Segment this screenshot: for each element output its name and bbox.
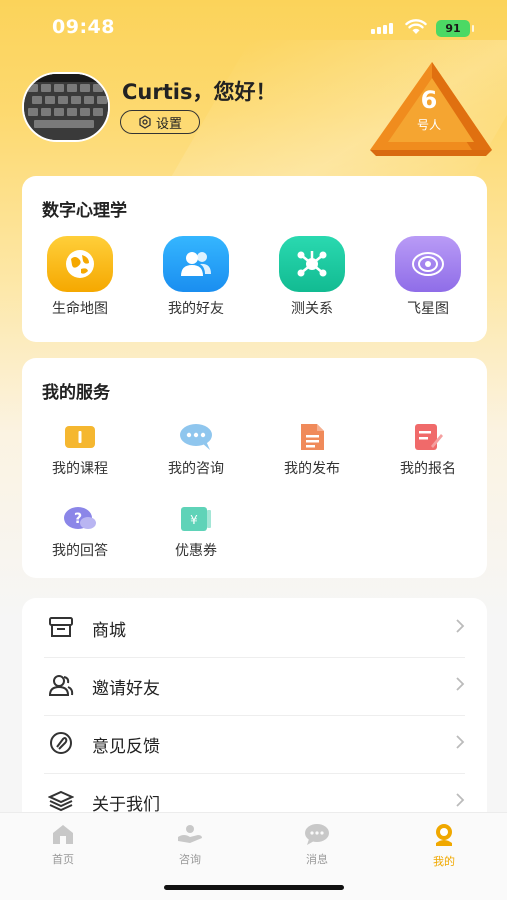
relationship-test-label: 测关系 [291,301,333,317]
rank-number: 6 [420,86,438,114]
home-icon [53,825,73,844]
my-friends-button[interactable]: 我的好友 [138,236,254,318]
relationship-test-button[interactable]: 测关系 [254,236,370,318]
galaxy-icon [395,236,461,292]
menu-item-feedback[interactable]: 意见反馈 [22,714,487,772]
my-answers-button[interactable]: ? 我的回答 [22,504,138,560]
profile-icon [436,824,452,846]
my-courses-label: 我的课程 [52,461,108,477]
wifi-icon [405,19,427,34]
signal-icon [371,23,393,34]
tab-label: 咨询 [179,853,201,866]
signup-icon [415,424,443,450]
life-map-button[interactable]: 生命地图 [22,236,138,318]
about-icon [48,790,74,812]
my-friends-label: 我的好友 [168,301,224,317]
star-chart-label: 飞星图 [407,301,449,317]
section-title: 我的服务 [42,383,110,403]
my-services-card: 我的服务 我的课程 我的咨询 我的发布 我的报名 ? 我的回答 ¥ 优惠券 [22,358,487,578]
network-icon [279,236,345,292]
rank-badge[interactable]: 6 号人 [362,58,496,158]
course-icon [65,426,95,448]
menu-item-label: 商城 [92,621,126,641]
my-consultations-button[interactable]: 我的咨询 [138,422,254,478]
status-time: 09:48 [52,16,115,38]
chat-icon [180,424,212,450]
tab-messages[interactable]: 消息 [254,823,380,867]
rank-label: 号人 [416,118,441,132]
my-courses-button[interactable]: 我的课程 [22,422,138,478]
tab-profile[interactable]: 我的 [381,823,507,869]
svg-text:?: ? [74,511,82,527]
menu-list-card: 商城 邀请好友 意见反馈 关于我们 [22,598,487,838]
tab-home[interactable]: 首页 [0,823,126,867]
star-chart-button[interactable]: 飞星图 [370,236,486,318]
chevron-right-icon [456,677,465,691]
settings-label: 设置 [155,116,182,132]
my-posts-button[interactable]: 我的发布 [254,422,370,478]
menu-item-label: 意见反馈 [92,737,160,757]
feedback-icon [50,732,72,754]
gear-icon [139,115,151,129]
my-posts-label: 我的发布 [284,461,340,477]
home-indicator [164,885,344,890]
menu-item-label: 邀请好友 [92,679,160,699]
chevron-right-icon [456,793,465,807]
my-answers-label: 我的回答 [52,543,108,559]
message-icon [305,824,329,845]
coupons-label: 优惠券 [175,543,217,559]
section-title: 数字心理学 [42,201,127,221]
chevron-right-icon [456,619,465,633]
menu-item-store[interactable]: 商城 [22,598,487,656]
greeting-text: Curtis，您好！ [122,80,277,104]
globe-icon [47,236,113,292]
my-consultations-label: 我的咨询 [168,461,224,477]
coupon-icon: ¥ [181,507,211,531]
store-icon [49,617,73,637]
invite-icon [48,675,74,696]
chevron-right-icon [456,735,465,749]
my-registrations-label: 我的报名 [400,461,456,477]
life-map-label: 生命地图 [52,301,108,317]
my-registrations-button[interactable]: 我的报名 [370,422,486,478]
avatar[interactable] [22,72,110,142]
question-icon: ? [64,507,96,529]
settings-button[interactable]: 设置 [120,110,200,134]
menu-item-invite[interactable]: 邀请好友 [22,656,487,714]
tab-consult[interactable]: 咨询 [127,823,253,867]
document-icon [301,424,324,450]
consult-icon [178,825,202,843]
tab-label: 首页 [52,853,74,866]
tab-label: 我的 [433,855,455,868]
coupons-button[interactable]: ¥ 优惠券 [138,504,254,560]
svg-text:¥: ¥ [190,513,198,527]
friends-icon [163,236,229,292]
tab-label: 消息 [306,853,328,866]
status-bar: 09:48 91 [0,0,507,56]
battery-indicator: 91 [436,20,474,37]
digital-psychology-card: 数字心理学 生命地图 我的好友 测关系 飞星图 [22,176,487,342]
